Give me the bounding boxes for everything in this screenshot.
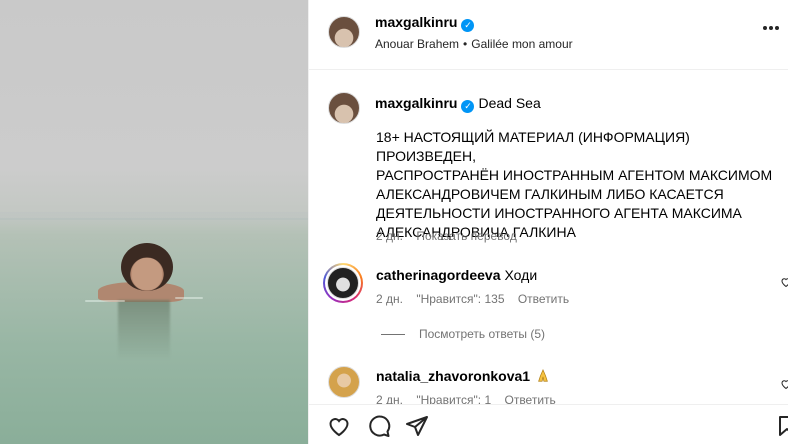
audio-info[interactable]: Anouar Brahem • Galilée mon amour (375, 37, 573, 51)
caption-username[interactable]: maxgalkinru ✓ Dead Sea (375, 95, 541, 113)
caption-location[interactable]: Dead Sea (478, 95, 540, 111)
ripple (85, 300, 125, 302)
caption-time[interactable]: 2 дн. (376, 229, 403, 243)
commenter-username-text[interactable]: catherinagordeeva (376, 267, 501, 283)
view-replies-button[interactable]: Посмотреть ответы (5) (381, 327, 545, 341)
view-replies-label[interactable]: Посмотреть ответы (5) (419, 327, 545, 341)
verified-badge-icon: ✓ (461, 19, 475, 32)
comment-icon[interactable] (367, 414, 391, 438)
audio-artist[interactable]: Anouar Brahem (375, 37, 459, 51)
post-photo[interactable] (0, 0, 308, 444)
caption-meta: 2 дн. Показать перевод (376, 229, 517, 243)
replies-divider (381, 334, 405, 336)
audio-track[interactable]: Galilée mon amour (471, 37, 572, 51)
horizon-line (0, 218, 308, 220)
ripple (175, 297, 203, 299)
reply-button[interactable]: Ответить (518, 292, 569, 306)
swimmer-face (132, 258, 162, 290)
heart-icon[interactable] (327, 414, 351, 438)
post-header: maxgalkinru ✓ Anouar Brahem • Galilée mon a… (309, 0, 788, 70)
caption-username-text[interactable]: maxgalkinru (375, 95, 457, 111)
caption-avatar[interactable] (328, 92, 360, 124)
comment-text: Ходи (504, 267, 538, 283)
verified-badge-icon: ✓ (461, 100, 475, 113)
more-horizontal-icon[interactable] (763, 26, 779, 30)
share-icon[interactable] (405, 414, 429, 438)
water-reflection (118, 300, 170, 360)
author-username-text[interactable]: maxgalkinru (375, 14, 457, 30)
show-translation-button[interactable]: Показать перевод (416, 229, 517, 243)
comment-like-heart-icon[interactable] (780, 378, 788, 390)
commenter-avatar[interactable] (328, 366, 360, 398)
caption-text: 18+ НАСТОЯЩИЙ МАТЕРИАЛ (ИНФОРМАЦИЯ) ПРОИ… (376, 129, 773, 240)
author-username[interactable]: maxgalkinru ✓ (375, 14, 475, 32)
comment-like-heart-icon[interactable] (780, 276, 788, 288)
action-bar (309, 404, 788, 444)
commenter-avatar[interactable] (327, 267, 359, 299)
commenter-username[interactable]: natalia_zhavoronkova1 (376, 368, 550, 384)
commenter-username-text[interactable]: natalia_zhavoronkova1 (376, 368, 530, 384)
post-side-panel: maxgalkinru ✓ Anouar Brahem • Galilée mon a… (308, 0, 788, 444)
bookmark-icon[interactable] (775, 414, 788, 438)
comment-time[interactable]: 2 дн. (376, 292, 403, 306)
comment-likes[interactable]: "Нравится": 135 (416, 292, 504, 306)
comment-meta: 2 дн. "Нравится": 135 Ответить (376, 292, 569, 306)
author-avatar[interactable] (328, 16, 360, 48)
commenter-username[interactable]: catherinagordeeva Ходи (376, 267, 537, 283)
praying-hands-icon (538, 369, 548, 382)
audio-separator: • (463, 37, 468, 51)
